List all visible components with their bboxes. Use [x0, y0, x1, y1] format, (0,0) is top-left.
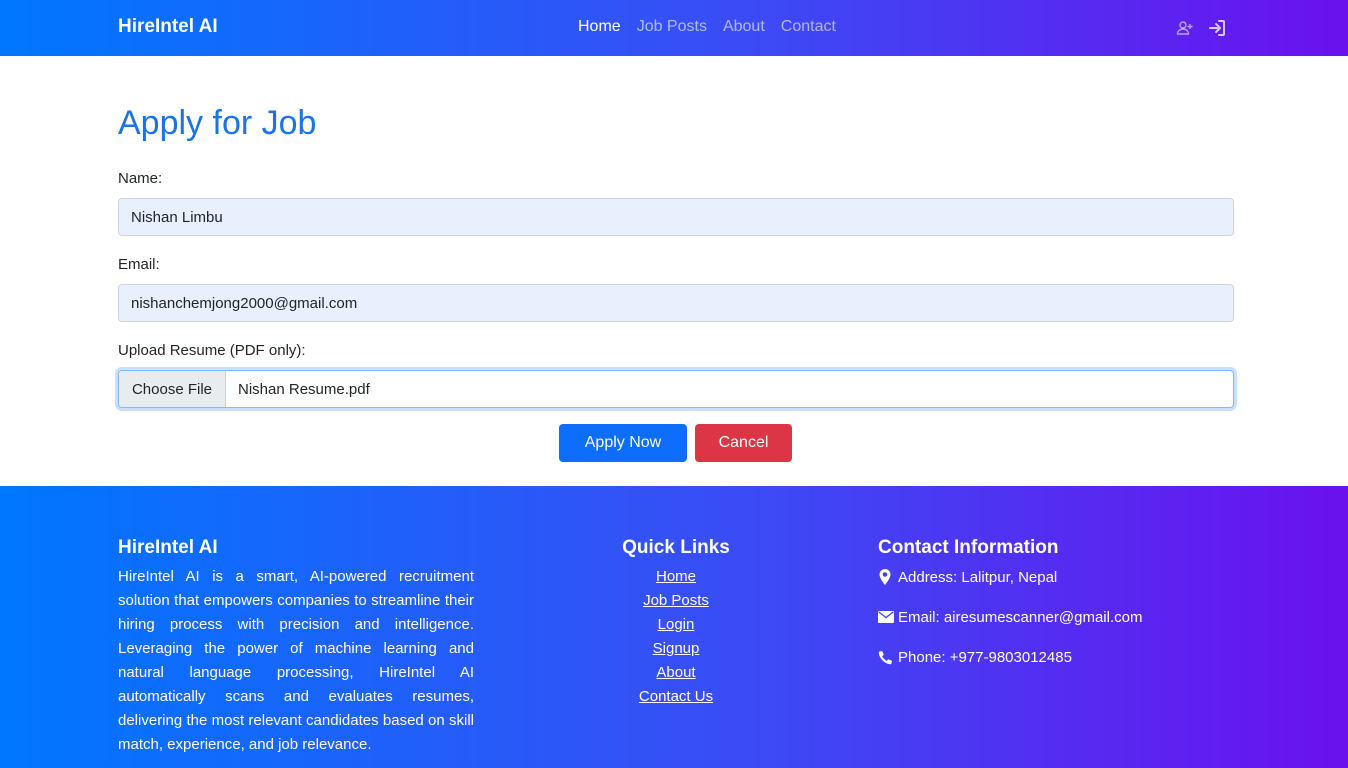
footer-link-contact-us[interactable]: Contact Us — [639, 688, 713, 705]
contact-email-text: Email: airesumescanner@gmail.com — [898, 608, 1143, 626]
apply-now-button[interactable]: Apply Now — [559, 424, 687, 462]
nav-link-home[interactable]: Home — [578, 18, 621, 36]
nav-link-contact[interactable]: Contact — [781, 18, 836, 36]
contact-address: Address: Lalitpur, Nepal — [878, 565, 1238, 589]
footer-link-job-posts[interactable]: Job Posts — [643, 592, 709, 609]
brand-logo[interactable]: HireIntel AI — [118, 16, 218, 38]
footer-link-login[interactable]: Login — [658, 616, 695, 633]
selected-file-name: Nishan Resume.pdf — [238, 380, 370, 398]
navbar: HireIntel AI Home Job Posts About Contac… — [0, 0, 1348, 56]
nav-link-about[interactable]: About — [723, 18, 765, 36]
footer-quick-links: Quick Links Home Job Posts Login Signup … — [575, 537, 777, 709]
nav-links: Home Job Posts About Contact — [578, 18, 836, 36]
map-pin-icon — [878, 569, 898, 585]
phone-icon — [878, 649, 898, 665]
footer-link-home[interactable]: Home — [656, 568, 696, 585]
page-title: Apply for Job — [118, 104, 317, 142]
nav-link-job-posts[interactable]: Job Posts — [637, 18, 707, 36]
contact-info-title: Contact Information — [878, 537, 1059, 558]
choose-file-button[interactable]: Choose File — [119, 371, 226, 407]
cancel-button[interactable]: Cancel — [695, 424, 792, 462]
resume-file-input[interactable]: Choose File Nishan Resume.pdf — [118, 370, 1234, 408]
sign-in-icon[interactable] — [1208, 19, 1226, 37]
footer-link-signup[interactable]: Signup — [653, 640, 700, 657]
contact-address-text: Address: Lalitpur, Nepal — [898, 568, 1058, 586]
footer: HireIntel AI HireIntel AI is a smart, AI… — [0, 486, 1348, 768]
footer-link-about[interactable]: About — [656, 664, 695, 681]
footer-about-title: HireIntel AI — [118, 537, 218, 558]
user-plus-icon[interactable] — [1176, 19, 1194, 37]
nav-icons — [1176, 19, 1226, 37]
email-input[interactable] — [118, 284, 1234, 322]
footer-about-text: HireIntel AI is a smart, AI-powered recr… — [118, 568, 474, 753]
contact-phone-text: Phone: +977-9803012485 — [898, 648, 1072, 666]
resume-label: Upload Resume (PDF only): — [118, 342, 306, 359]
footer-contact: Contact Information Address: Lalitpur, N… — [878, 537, 1238, 669]
name-label: Name: — [118, 170, 163, 187]
contact-phone: Phone: +977-9803012485 — [878, 645, 1238, 669]
contact-email: Email: airesumescanner@gmail.com — [878, 605, 1238, 629]
envelope-icon — [878, 609, 898, 625]
email-label: Email: — [118, 256, 160, 273]
name-input[interactable] — [118, 198, 1234, 236]
footer-about: HireIntel AI HireIntel AI is a smart, AI… — [118, 537, 474, 757]
quick-links-title: Quick Links — [622, 537, 730, 558]
